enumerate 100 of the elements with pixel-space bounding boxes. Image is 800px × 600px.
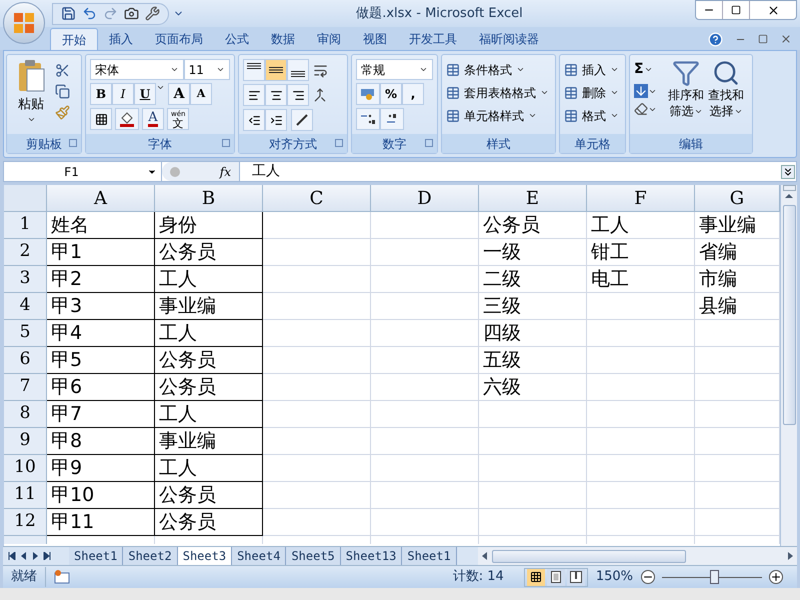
font-name-field[interactable]: 宋体 bbox=[90, 59, 184, 80]
ribbon-tab[interactable]: 开发工具 bbox=[398, 28, 468, 50]
increase-indent-button[interactable] bbox=[265, 109, 287, 131]
column-header[interactable]: D bbox=[371, 185, 479, 212]
row-header[interactable]: 12 bbox=[4, 509, 47, 536]
scroll-right-icon[interactable] bbox=[787, 552, 793, 560]
wrap-text-icon[interactable] bbox=[313, 62, 328, 78]
italic-button[interactable]: I bbox=[112, 83, 134, 105]
zoom-level[interactable]: 150% bbox=[596, 567, 633, 587]
previous-sheet-icon[interactable] bbox=[21, 552, 27, 560]
scroll-up-icon[interactable] bbox=[784, 191, 794, 201]
row-header[interactable]: 8 bbox=[4, 401, 47, 428]
row-header[interactable]: 6 bbox=[4, 347, 47, 374]
row-header[interactable]: 1 bbox=[4, 212, 47, 239]
align-center-button[interactable] bbox=[265, 84, 287, 106]
ribbon-tab[interactable]: 视图 bbox=[352, 28, 398, 50]
last-sheet-icon[interactable] bbox=[43, 552, 51, 560]
autosum-button[interactable]: Σ bbox=[634, 59, 664, 80]
restore-icon[interactable] bbox=[758, 34, 768, 44]
column-header[interactable]: E bbox=[479, 185, 587, 212]
align-top-button[interactable] bbox=[243, 59, 265, 81]
align-left-button[interactable] bbox=[243, 84, 265, 106]
macro-record-icon[interactable] bbox=[54, 570, 70, 584]
shrink-font-button[interactable]: A bbox=[190, 83, 212, 105]
sheet-tab[interactable]: Sheet1 bbox=[69, 547, 124, 565]
ribbon-tab[interactable]: 插入 bbox=[98, 28, 144, 50]
horizontal-scrollbar[interactable] bbox=[478, 547, 797, 565]
ribbon-menu-button[interactable]: 套用表格格式 bbox=[446, 82, 551, 103]
align-right-button[interactable] bbox=[287, 84, 309, 106]
normal-view-button[interactable] bbox=[526, 568, 545, 586]
copy-icon[interactable] bbox=[55, 84, 70, 99]
zoom-out-icon[interactable] bbox=[641, 570, 655, 584]
cut-icon[interactable] bbox=[55, 63, 70, 78]
ribbon-menu-button[interactable]: 格式 bbox=[564, 105, 621, 126]
decrease-indent-button[interactable] bbox=[243, 109, 265, 131]
sheet-tab[interactable]: Sheet3 bbox=[178, 547, 232, 565]
align-middle-button[interactable] bbox=[265, 59, 287, 81]
vertical-scrollbar[interactable] bbox=[780, 185, 797, 546]
close-icon[interactable] bbox=[780, 33, 792, 45]
next-sheet-icon[interactable] bbox=[32, 552, 38, 560]
orientation-button[interactable] bbox=[291, 109, 313, 131]
fill-color-button[interactable] bbox=[115, 108, 139, 130]
paste-button[interactable]: 粘贴 bbox=[11, 59, 51, 124]
fill-down-icon[interactable] bbox=[634, 84, 648, 98]
sheet-tab[interactable]: Sheet1 bbox=[402, 547, 457, 565]
ribbon-menu-button[interactable]: 单元格样式 bbox=[446, 105, 551, 126]
grow-font-button[interactable]: A bbox=[168, 83, 190, 105]
tools-icon[interactable] bbox=[145, 6, 160, 21]
column-header[interactable]: G bbox=[695, 185, 780, 212]
ribbon-tab[interactable]: 公式 bbox=[214, 28, 260, 50]
row-header[interactable]: 5 bbox=[4, 320, 47, 347]
bold-button[interactable]: B bbox=[90, 83, 112, 105]
ribbon-menu-button[interactable]: 插入 bbox=[564, 59, 621, 80]
percent-button[interactable]: % bbox=[380, 83, 402, 105]
font-size-field[interactable]: 11 bbox=[184, 59, 230, 80]
ribbon-menu-button[interactable]: 删除 bbox=[564, 82, 621, 103]
ribbon-tab[interactable]: 页面布局 bbox=[144, 28, 214, 50]
row-header[interactable]: 2 bbox=[4, 239, 47, 266]
sheet-tab[interactable]: Sheet5 bbox=[286, 547, 341, 565]
row-header[interactable]: 10 bbox=[4, 455, 47, 482]
row-header[interactable]: 4 bbox=[4, 293, 47, 320]
zoom-thumb[interactable] bbox=[710, 570, 719, 584]
ribbon-menu-button[interactable]: 条件格式 bbox=[446, 59, 551, 80]
sheet-tab[interactable]: Sheet13 bbox=[340, 547, 402, 565]
scroll-left-icon[interactable] bbox=[482, 552, 488, 560]
ribbon-tab[interactable]: 开始 bbox=[50, 28, 98, 50]
column-header[interactable]: A bbox=[47, 185, 155, 212]
column-header[interactable]: C bbox=[263, 185, 371, 212]
row-header[interactable]: 9 bbox=[4, 428, 47, 455]
first-sheet-icon[interactable] bbox=[8, 552, 16, 560]
ribbon-tab[interactable]: 审阅 bbox=[306, 28, 352, 50]
column-header[interactable]: B bbox=[155, 185, 263, 212]
camera-icon[interactable] bbox=[124, 6, 139, 21]
office-button[interactable] bbox=[3, 2, 45, 44]
help-icon[interactable] bbox=[708, 32, 723, 46]
merge-icon[interactable] bbox=[313, 88, 327, 102]
underline-button[interactable]: U bbox=[134, 83, 156, 105]
comma-button[interactable]: , bbox=[402, 83, 424, 105]
sheet-tab[interactable]: Sheet4 bbox=[232, 547, 286, 565]
save-icon[interactable] bbox=[61, 6, 76, 21]
ribbon-tab[interactable]: 福昕阅读器 bbox=[468, 28, 550, 50]
decrease-decimal-button[interactable] bbox=[380, 108, 404, 130]
page-break-button[interactable] bbox=[566, 568, 585, 586]
undo-icon[interactable] bbox=[82, 6, 97, 21]
row-header[interactable]: 3 bbox=[4, 266, 47, 293]
sheet-tab[interactable]: Sheet2 bbox=[123, 547, 178, 565]
row-header[interactable]: 11 bbox=[4, 482, 47, 509]
page-layout-button[interactable] bbox=[546, 568, 565, 586]
eraser-icon[interactable] bbox=[634, 102, 648, 116]
font-color-button[interactable]: A bbox=[142, 108, 164, 130]
sort-filter-button[interactable]: 排序和 筛选 bbox=[668, 59, 704, 119]
increase-decimal-button[interactable] bbox=[356, 108, 380, 130]
find-select-button[interactable]: 查找和 选择 bbox=[708, 59, 744, 119]
ribbon-tab[interactable]: 数据 bbox=[260, 28, 306, 50]
zoom-in-icon[interactable] bbox=[769, 570, 783, 584]
borders-button[interactable] bbox=[90, 108, 112, 130]
column-header[interactable]: F bbox=[587, 185, 695, 212]
number-format-field[interactable]: 常规 bbox=[356, 59, 433, 80]
align-bottom-button[interactable] bbox=[287, 59, 309, 81]
format-painter-icon[interactable] bbox=[55, 105, 70, 120]
